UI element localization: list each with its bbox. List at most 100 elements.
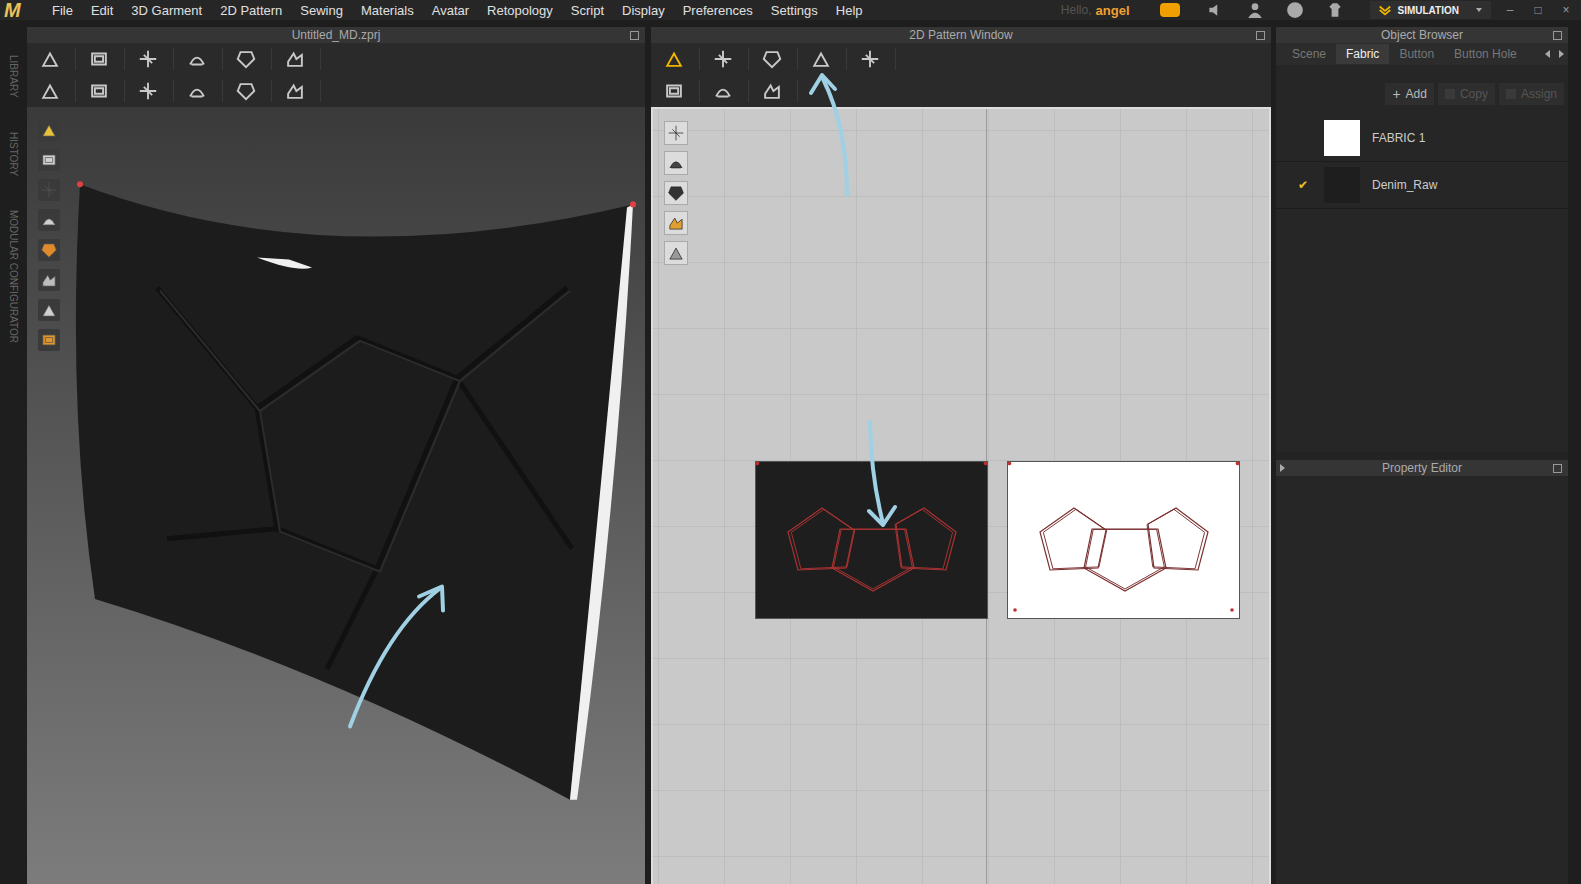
tool-icon[interactable] xyxy=(761,80,783,102)
menu-item[interactable]: Script xyxy=(571,3,604,18)
tool-group xyxy=(284,48,321,70)
app-logo[interactable]: M xyxy=(0,0,38,20)
tool-group xyxy=(810,48,847,70)
canvas-tool-icon[interactable] xyxy=(664,241,688,265)
tool-icon[interactable] xyxy=(39,48,61,70)
popout-icon[interactable] xyxy=(1256,31,1265,40)
window-control[interactable]: – xyxy=(1501,3,1519,17)
menu-item[interactable]: Materials xyxy=(361,3,414,18)
tab[interactable]: Scene xyxy=(1282,44,1336,64)
tool-icon[interactable] xyxy=(137,80,159,102)
tab[interactable]: Fabric xyxy=(1336,44,1389,64)
action-bar: + Add Copy Assign xyxy=(1276,65,1568,115)
popout-icon[interactable] xyxy=(1553,464,1562,473)
annotation-arrow xyxy=(27,107,645,884)
2d-pattern-window: 2D Pattern Window xyxy=(651,27,1271,884)
user-icon[interactable] xyxy=(1246,1,1264,19)
menu-item[interactable]: File xyxy=(52,3,73,18)
credits-icon[interactable] xyxy=(1160,3,1180,17)
dropdown-icon[interactable] xyxy=(1475,6,1483,14)
canvas-tool-icon[interactable] xyxy=(664,211,688,235)
pattern-canvas[interactable] xyxy=(651,107,1271,884)
tool-icon[interactable] xyxy=(712,48,734,70)
collapse-icon[interactable] xyxy=(1280,464,1285,472)
garment-3d[interactable] xyxy=(27,107,645,884)
action-button[interactable]: + Add xyxy=(1385,83,1434,105)
action-button[interactable]: Assign xyxy=(1499,83,1564,105)
tool-icon[interactable] xyxy=(88,80,110,102)
window-control[interactable]: □ xyxy=(1529,3,1547,17)
popout-icon[interactable] xyxy=(1553,31,1562,40)
menu-item[interactable]: Help xyxy=(836,3,863,18)
tool-icon[interactable] xyxy=(88,48,110,70)
tool-icon[interactable] xyxy=(137,48,159,70)
object-browser: Object Browser SceneFabricButtonButton H… xyxy=(1276,27,1568,452)
view-tool-icon[interactable] xyxy=(38,209,60,231)
view-tool-icon[interactable] xyxy=(38,329,60,351)
tool-icon[interactable] xyxy=(712,80,734,102)
view-tool-icon[interactable] xyxy=(38,149,60,171)
menu-item[interactable]: 3D Garment xyxy=(131,3,202,18)
tool-icon[interactable] xyxy=(235,48,257,70)
user-name[interactable]: angel xyxy=(1096,3,1130,18)
menu-item[interactable]: Settings xyxy=(771,3,818,18)
side-tab[interactable]: HISTORY xyxy=(8,132,19,176)
view-tool-icon[interactable] xyxy=(38,179,60,201)
canvas-tool-icon[interactable] xyxy=(664,121,688,145)
action-icon xyxy=(1506,89,1516,99)
pattern-piece[interactable] xyxy=(1007,461,1240,619)
tool-icon[interactable] xyxy=(284,48,306,70)
menu-item[interactable]: 2D Pattern xyxy=(220,3,282,18)
scroll-left-icon[interactable] xyxy=(1545,50,1550,58)
help-icon[interactable] xyxy=(1286,1,1304,19)
tool-icon[interactable] xyxy=(663,48,685,70)
garment-icon[interactable] xyxy=(1326,1,1344,19)
tool-icon[interactable] xyxy=(810,48,832,70)
tool-icon[interactable] xyxy=(859,48,881,70)
tool-group xyxy=(39,80,76,102)
popout-icon[interactable] xyxy=(630,31,639,40)
menu-item[interactable]: Display xyxy=(622,3,665,18)
view-tool-icon[interactable] xyxy=(38,239,60,261)
toolbar-row xyxy=(651,43,1271,75)
tool-group xyxy=(235,48,272,70)
panel-header: Property Editor xyxy=(1276,460,1568,476)
scroll-right-icon[interactable] xyxy=(1559,50,1564,58)
side-tab[interactable]: MODULAR CONFIGURATOR xyxy=(8,210,19,343)
tool-icon[interactable] xyxy=(186,80,208,102)
canvas-tool-icon[interactable] xyxy=(664,181,688,205)
tool-group xyxy=(137,48,174,70)
simulation-button[interactable]: SIMULATION xyxy=(1370,1,1491,19)
side-tab[interactable]: LIBRARY xyxy=(8,55,19,98)
tool-group xyxy=(235,80,272,102)
tool-group xyxy=(137,80,174,102)
view-tool-icon[interactable] xyxy=(38,299,60,321)
window-control[interactable]: × xyxy=(1557,3,1575,17)
menu-item[interactable]: Retopology xyxy=(487,3,553,18)
3d-viewport[interactable] xyxy=(27,107,645,884)
tool-icon[interactable] xyxy=(284,80,306,102)
menu-item[interactable]: Preferences xyxy=(683,3,753,18)
fabric-name: Denim_Raw xyxy=(1372,178,1437,192)
action-button[interactable]: Copy xyxy=(1438,83,1495,105)
tab[interactable]: Button xyxy=(1389,44,1444,64)
tool-icon[interactable] xyxy=(761,48,783,70)
view-tool-icon[interactable] xyxy=(38,119,60,141)
tool-icon[interactable] xyxy=(235,80,257,102)
fabric-row[interactable]: ✔ Denim_Raw xyxy=(1276,162,1568,209)
tool-icon[interactable] xyxy=(39,80,61,102)
view-tool-icon[interactable] xyxy=(38,269,60,291)
tool-icon[interactable] xyxy=(186,48,208,70)
tool-group xyxy=(859,48,896,70)
menu-item[interactable]: Edit xyxy=(91,3,113,18)
toolbar xyxy=(27,43,645,107)
canvas-tool-icon[interactable] xyxy=(664,151,688,175)
menu-item[interactable]: Avatar xyxy=(432,3,469,18)
speaker-icon[interactable] xyxy=(1206,1,1224,19)
fabric-row[interactable]: FABRIC 1 xyxy=(1276,115,1568,162)
tool-icon[interactable] xyxy=(663,80,685,102)
account-area: Hello, angel SIMULATION –□× xyxy=(1061,1,1575,19)
menu-item[interactable]: Sewing xyxy=(300,3,343,18)
pattern-piece[interactable] xyxy=(755,461,988,619)
tab[interactable]: Button Hole xyxy=(1444,44,1527,64)
